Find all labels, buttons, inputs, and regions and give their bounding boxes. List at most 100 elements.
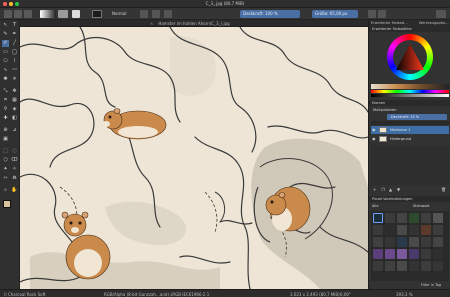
ellipse-tool-icon[interactable]: ◯ [11,49,18,56]
workspace-chooser-icon[interactable] [436,10,446,18]
select-shapes-icon[interactable]: ↖ [2,22,9,29]
dynamic-brush-icon[interactable]: ✺ [2,76,9,83]
brush-preset-item[interactable] [433,225,443,235]
tab-advanced-color-selector[interactable]: Erweiterter Farbwä… [371,21,408,25]
brush-preset-item[interactable] [433,237,443,247]
save-icon[interactable] [24,10,32,18]
layer-filter-bar[interactable] [371,121,449,125]
new-document-icon[interactable] [4,10,12,18]
status-zoom[interactable]: 393,3 % [396,292,413,297]
visibility-eye-icon[interactable]: ◉ [372,127,377,132]
brush-preset-item[interactable] [385,237,395,247]
line-tool-icon[interactable]: ╱ [11,40,18,47]
move-up-icon[interactable]: ▲ [389,187,392,192]
brush-preset-item[interactable] [385,225,395,235]
brush-preset-item[interactable] [409,261,419,271]
brush-preset-item[interactable] [421,261,431,271]
color-history-strip[interactable] [371,84,449,89]
brush-preset-item[interactable] [385,249,395,259]
bezier-tool-icon[interactable]: ∿ [2,67,9,74]
edit-shapes-icon[interactable]: ✎ [2,31,9,38]
brush-preset-item[interactable] [421,225,431,235]
smart-patch-icon[interactable]: ✚ [2,115,9,122]
layer-opacity-slider[interactable]: Deckkraft: 15 % [387,114,447,120]
measure-tool-icon[interactable]: ⊿ [11,127,18,134]
assistant-tool-icon[interactable]: ⊕ [2,127,9,134]
eraser-mode-icon[interactable] [140,10,148,18]
tab-tool-options[interactable]: Werkzeugoptio… [419,21,449,25]
mirror-horizontal-icon[interactable] [368,10,376,18]
brush-preset-item[interactable] [433,261,443,271]
colorize-mask-icon[interactable]: ◈ [11,106,18,113]
elliptical-selection-icon[interactable]: ◌ [11,148,18,155]
zoom-tool-icon[interactable]: ⌕ [2,187,9,194]
bezier-selection-icon[interactable]: ∾ [2,175,9,182]
pan-tool-icon[interactable]: ✋ [11,187,18,194]
gradient-preset-icon[interactable] [40,10,56,18]
blend-mode-select[interactable]: Normal [112,11,126,16]
brush-preset-item[interactable] [397,249,407,259]
brush-preset-item[interactable] [397,237,407,247]
pattern-preset-icon[interactable] [58,10,68,18]
reload-preset-icon[interactable] [164,10,172,18]
open-document-icon[interactable] [14,10,22,18]
text-tool-icon[interactable]: T [11,22,18,29]
calligraphy-icon[interactable]: ✒ [11,31,18,38]
brush-preset-item[interactable] [373,249,383,259]
add-layer-icon[interactable]: + [373,187,376,192]
layer-blend-mode-select[interactable]: Multiplizieren [373,108,396,112]
opacity-slider[interactable]: Deckkraft: 100 % [240,10,300,18]
crop-tool-icon[interactable]: ⌗ [2,97,9,104]
similar-color-selection-icon[interactable]: ✧ [11,166,18,173]
transform-tool-icon[interactable]: ⤡ [2,88,9,95]
brush-preset-item[interactable] [409,225,419,235]
move-down-icon[interactable]: ▼ [397,187,400,192]
color-swap-icon[interactable] [72,10,80,18]
polyline-tool-icon[interactable]: ⌇ [11,58,18,65]
magnetic-selection-icon[interactable]: ⋒ [11,175,18,182]
brush-preset-item[interactable] [373,261,383,271]
multibrush-icon[interactable]: ✳ [11,76,18,83]
brush-size-slider[interactable]: Größe: 65,00 px [312,10,358,18]
drawing-canvas[interactable] [20,27,368,289]
brush-preset-item[interactable] [421,249,431,259]
delete-layer-icon[interactable]: 🗑 [441,187,446,192]
brush-preset-item[interactable] [421,213,431,223]
freehand-brush-icon[interactable]: ✐ [2,40,9,47]
brush-search-filter[interactable]: Filter in Tag [421,283,441,287]
brush-preset-item[interactable] [373,225,383,235]
brush-preset-item[interactable] [409,249,419,259]
brush-preset-item[interactable] [373,237,383,247]
foreground-color-swatch[interactable] [3,200,11,208]
contiguous-selection-icon[interactable]: ✦ [2,166,9,173]
fill-tool-icon[interactable]: ◧ [11,115,18,122]
brush-preset-item[interactable] [397,225,407,235]
brush-preset-item[interactable] [421,237,431,247]
color-picker-icon[interactable]: ⚲ [2,106,9,113]
brush-preset-item[interactable] [397,261,407,271]
polygonal-selection-icon[interactable]: ⬡ [2,157,9,164]
preserve-alpha-icon[interactable] [152,10,160,18]
polygon-tool-icon[interactable]: ⬠ [2,58,9,65]
saturation-triangle[interactable] [396,44,424,70]
brush-preset-thumbnail[interactable] [92,10,102,18]
duplicate-layer-icon[interactable]: ❐ [381,187,385,192]
reference-images-icon[interactable]: ▣ [2,136,9,143]
brush-preset-item[interactable] [373,213,383,223]
brush-tag-field[interactable]: Stichwort [413,204,430,208]
brush-preset-item[interactable] [409,213,419,223]
layer-row-paint[interactable]: ◉ Malebene 1 [371,126,449,134]
value-slider[interactable] [371,94,449,97]
freehand-selection-icon[interactable]: ↀ [11,157,18,164]
layer-row-background[interactable]: ◉ Hintergrund [371,135,449,143]
brush-preset-item[interactable] [433,249,443,259]
brush-preset-item[interactable] [409,237,419,247]
color-selector-area[interactable] [369,32,450,82]
brush-preset-item[interactable] [385,261,395,271]
rectangular-selection-icon[interactable]: ⬚ [2,148,9,155]
brush-preset-item[interactable] [385,213,395,223]
brush-preset-item[interactable] [433,213,443,223]
hue-slider[interactable] [371,90,449,93]
visibility-eye-icon[interactable]: ◉ [372,136,377,141]
gradient-tool-icon[interactable]: ▦ [11,97,18,104]
